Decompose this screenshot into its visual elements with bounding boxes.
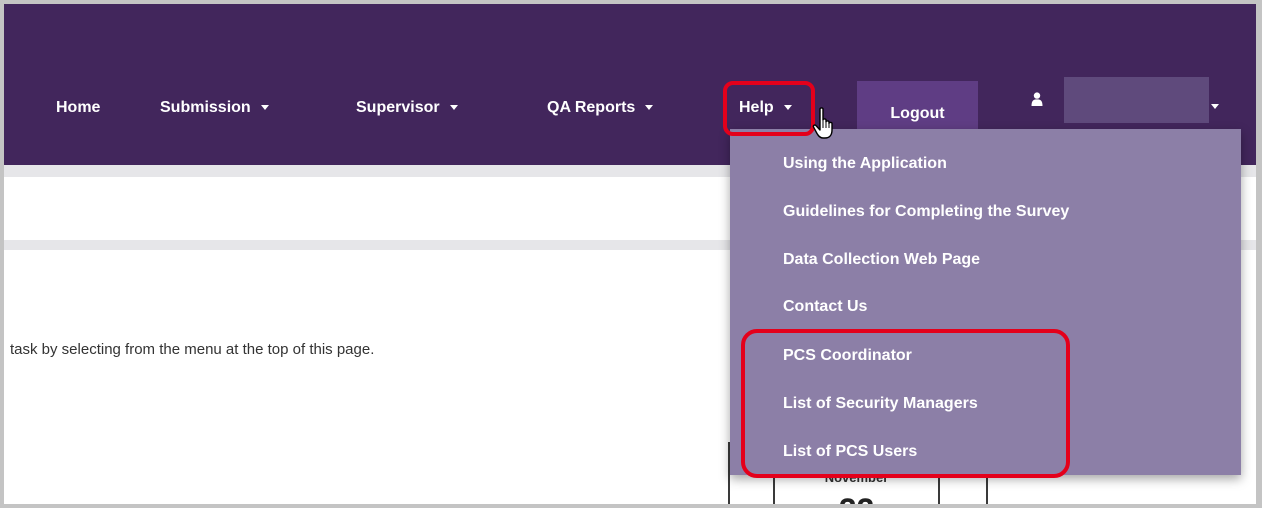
- logout-button[interactable]: Logout: [857, 81, 978, 135]
- menu-item-using-application[interactable]: Using the Application: [783, 152, 947, 176]
- app-window: Home Submission Supervisor QA Reports He…: [0, 0, 1262, 508]
- pcs-items-highlight-box: [741, 329, 1070, 478]
- chevron-down-icon[interactable]: [1211, 104, 1219, 109]
- nav-qa-reports-label: QA Reports: [547, 99, 636, 116]
- menu-item-data-collection[interactable]: Data Collection Web Page: [783, 248, 980, 272]
- menu-item-contact-us[interactable]: Contact Us: [783, 295, 867, 319]
- nav-home[interactable]: Home: [56, 96, 100, 120]
- user-icon: [1031, 92, 1043, 111]
- user-menu[interactable]: [1064, 77, 1209, 123]
- nav-submission[interactable]: Submission: [160, 96, 269, 120]
- calendar-date: 22: [775, 492, 938, 504]
- hand-cursor-icon: [812, 107, 840, 146]
- instructions-text: task by selecting from the menu at the t…: [10, 341, 375, 358]
- chevron-down-icon: [645, 105, 654, 111]
- nav-home-label: Home: [56, 99, 101, 116]
- nav-supervisor-label: Supervisor: [356, 99, 440, 116]
- nav-supervisor[interactable]: Supervisor: [356, 96, 458, 120]
- menu-item-guidelines[interactable]: Guidelines for Completing the Survey: [783, 200, 1069, 224]
- logout-label: Logout: [890, 105, 945, 122]
- nav-qa-reports[interactable]: QA Reports: [547, 96, 654, 120]
- help-highlight-box: [723, 81, 815, 136]
- chevron-down-icon: [449, 105, 458, 111]
- nav-submission-label: Submission: [160, 99, 251, 116]
- chevron-down-icon: [260, 105, 269, 111]
